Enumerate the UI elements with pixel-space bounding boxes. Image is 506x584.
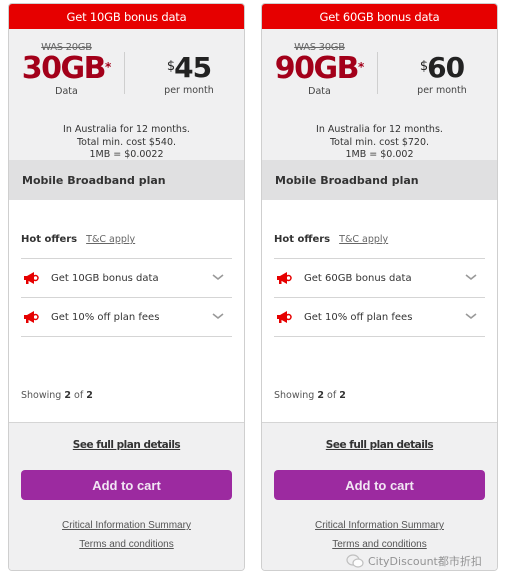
terms-and-conditions-link[interactable]: Terms and conditions [9, 535, 244, 554]
price-value: 60 [427, 51, 465, 84]
currency-symbol: $ [419, 59, 428, 74]
critical-information-summary-link[interactable]: Critical Information Summary [262, 516, 497, 535]
price: $60 [397, 53, 487, 83]
chevron-down-icon[interactable] [212, 311, 224, 321]
price-value: 45 [174, 51, 212, 84]
chevron-down-icon[interactable] [212, 272, 224, 282]
currency-symbol: $ [166, 59, 175, 74]
hot-offers-label: Hot offers [21, 234, 78, 245]
data-amount-value: 90GB [274, 51, 360, 86]
fine-print-line: In Australia for 12 months. [316, 124, 443, 135]
data-amount: 90GB* [262, 54, 377, 84]
hot-offers-section: Hot offers T&C apply Get 10GB bonus data… [9, 200, 244, 422]
price-label: per month [164, 85, 214, 96]
asterisk: * [357, 60, 365, 74]
chevron-down-icon[interactable] [465, 311, 477, 321]
add-to-cart-button[interactable]: Add to cart [21, 470, 232, 500]
offer-text: Get 10GB bonus data [51, 272, 159, 284]
promo-banner: Get 60GB bonus data [262, 4, 497, 29]
megaphone-icon [277, 272, 292, 284]
plan-card: Get 60GB bonus data WAS 30GB 90GB* Data … [261, 3, 498, 571]
plan-card: Get 10GB bonus data WAS 20GB 30GB* Data … [8, 3, 245, 571]
data-amount: 30GB* [9, 54, 124, 84]
showing-total: 2 [86, 390, 93, 401]
divider [377, 52, 378, 94]
hot-offers-section: Hot offers T&C apply Get 60GB bonus data… [262, 200, 497, 422]
offer-text: Get 10% off plan fees [304, 311, 413, 323]
price-label: per month [417, 85, 467, 96]
divider [124, 52, 125, 94]
promo-banner: Get 10GB bonus data [9, 4, 244, 29]
hot-offers-label: Hot offers [274, 234, 331, 245]
data-amount-value: 30GB [21, 51, 107, 86]
fine-print-line: 1MB = $0.002 [345, 149, 414, 160]
megaphone-icon [24, 311, 39, 323]
fine-print-line: In Australia for 12 months. [63, 124, 190, 135]
data-label: Data [55, 86, 78, 97]
plan-name: Mobile Broadband plan [9, 160, 244, 200]
see-full-plan-details-link[interactable]: See full plan details [326, 439, 434, 451]
data-allowance: WAS 20GB 30GB* Data [9, 42, 124, 97]
fine-print-line: Total min. cost $720. [329, 136, 430, 148]
offer-item[interactable]: Get 10% off plan fees [274, 298, 485, 337]
data-label: Data [308, 86, 331, 97]
megaphone-icon [277, 311, 292, 323]
asterisk: * [104, 60, 112, 74]
showing-current: 2 [317, 390, 324, 401]
megaphone-icon [24, 272, 39, 284]
showing-of: of [74, 390, 84, 401]
showing-count: Showing 2 of 2 [21, 390, 93, 401]
plan-summary: WAS 20GB 30GB* Data $45 per month In Aus… [9, 29, 244, 160]
add-to-cart-button[interactable]: Add to cart [274, 470, 485, 500]
tc-apply-link[interactable]: T&C apply [339, 234, 388, 245]
see-full-plan-details-link[interactable]: See full plan details [73, 439, 181, 451]
offer-text: Get 10% off plan fees [51, 311, 160, 323]
plan-summary: WAS 30GB 90GB* Data $60 per month In Aus… [262, 29, 497, 160]
offer-list: Get 10GB bonus data Get 10% off plan fee… [21, 258, 232, 337]
watermark-text: CityDiscount都市折扣 [368, 555, 482, 568]
watermark: CityDiscount都市折扣 [346, 553, 482, 569]
tc-apply-link[interactable]: T&C apply [86, 234, 135, 245]
wechat-icon [346, 554, 364, 568]
card-footer: See full plan details Add to cart Critic… [9, 422, 244, 570]
showing-prefix: Showing [21, 390, 62, 401]
offer-item[interactable]: Get 10% off plan fees [21, 298, 232, 337]
offer-text: Get 60GB bonus data [304, 272, 412, 284]
terms-and-conditions-link[interactable]: Terms and conditions [262, 535, 497, 554]
fine-print: In Australia for 12 months. Total min. c… [9, 124, 244, 162]
offer-item[interactable]: Get 60GB bonus data [274, 259, 485, 298]
monthly-price: $45 per month [144, 42, 234, 97]
offer-list: Get 60GB bonus data Get 10% off plan fee… [274, 258, 485, 337]
showing-current: 2 [64, 390, 71, 401]
plan-name: Mobile Broadband plan [262, 160, 497, 200]
showing-of: of [327, 390, 337, 401]
critical-information-summary-link[interactable]: Critical Information Summary [9, 516, 244, 535]
fine-print-line: Total min. cost $540. [76, 136, 177, 148]
fine-print: In Australia for 12 months. Total min. c… [262, 124, 497, 162]
fine-print-line: 1MB = $0.0022 [89, 149, 164, 160]
showing-prefix: Showing [274, 390, 315, 401]
showing-total: 2 [339, 390, 346, 401]
monthly-price: $60 per month [397, 42, 487, 97]
chevron-down-icon[interactable] [465, 272, 477, 282]
offer-item[interactable]: Get 10GB bonus data [21, 259, 232, 298]
data-allowance: WAS 30GB 90GB* Data [262, 42, 377, 97]
showing-count: Showing 2 of 2 [274, 390, 346, 401]
price: $45 [144, 53, 234, 83]
card-footer: See full plan details Add to cart Critic… [262, 422, 497, 570]
